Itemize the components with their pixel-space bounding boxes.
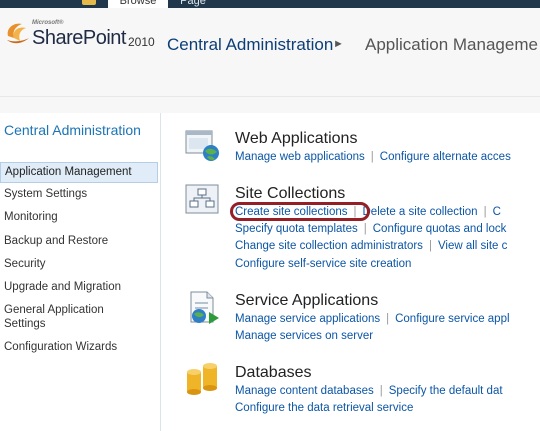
link-manage-web-applications[interactable]: Manage web applications	[235, 151, 365, 163]
service-applications-links-row1: Manage service applications | Configure se…	[235, 313, 510, 325]
nav-item-general-application-settings[interactable]: General Application Settings	[0, 303, 120, 331]
link-manage-service-applications[interactable]: Manage service applications	[235, 313, 380, 325]
logo-microsoft-text: Microsoft®	[32, 20, 64, 26]
nav-heading[interactable]: Central Administration	[4, 123, 154, 138]
page-header	[0, 8, 540, 113]
site-collections-links-row4: Configure self-service site creation	[235, 258, 411, 270]
databases-title[interactable]: Databases	[235, 364, 312, 382]
link-view-all-site-collections[interactable]: View all site c	[438, 240, 507, 252]
web-applications-title[interactable]: Web Applications	[235, 130, 357, 148]
link-delete-site-collection[interactable]: Delete a site collection	[363, 206, 478, 218]
link-change-site-collection-administrators[interactable]: Change site collection administrators	[235, 240, 423, 252]
site-collections-links-row2: Specify quota templates | Configure quotas…	[235, 223, 506, 235]
breadcrumb-current-page: Application Manageme	[365, 35, 538, 54]
logo-version-text: 2010	[128, 35, 155, 49]
nav-item-system-settings[interactable]: System Settings	[0, 187, 158, 201]
link-separator: |	[428, 240, 432, 252]
site-collections-icon	[185, 184, 219, 214]
header-divider	[0, 96, 540, 97]
nav-item-security[interactable]: Security	[0, 257, 158, 271]
nav-item-configuration-wizards[interactable]: Configuration Wizards	[0, 340, 158, 354]
breadcrumb-central-administration[interactable]: Central Administration	[167, 35, 333, 55]
highlight-annotation	[230, 202, 370, 221]
link-manage-content-databases[interactable]: Manage content databases	[235, 385, 374, 397]
databases-links-row2: Configure the data retrieval service	[235, 402, 413, 414]
web-applications-links: Manage web applications | Configure altern…	[235, 151, 511, 163]
link-configure-data-retrieval-service[interactable]: Configure the data retrieval service	[235, 402, 413, 414]
link-specify-default-database-server[interactable]: Specify the default dat	[389, 385, 503, 397]
tab-page[interactable]: Page	[170, 0, 216, 8]
link-specify-quota-templates[interactable]: Specify quota templates	[235, 223, 358, 235]
link-separator: |	[370, 151, 374, 163]
web-applications-icon	[185, 130, 219, 161]
breadcrumb-separator-icon: ►	[333, 38, 344, 50]
databases-links-row1: Manage content databases | Specify the def…	[235, 385, 503, 397]
link-configure-self-service-site-creation[interactable]: Configure self-service site creation	[235, 258, 411, 270]
logo-sharepoint-text: SharePoint	[32, 27, 126, 49]
link-separator: |	[363, 223, 367, 235]
sharepoint-logo-icon	[7, 23, 29, 44]
tab-browse[interactable]: Browse	[108, 0, 168, 8]
nav-item-upgrade-migration[interactable]: Upgrade and Migration	[0, 280, 158, 294]
link-separator: |	[386, 313, 390, 325]
service-applications-icon	[190, 291, 219, 324]
link-configure-quotas-locks[interactable]: Configure quotas and lock	[373, 223, 507, 235]
site-collections-links-row3: Change site collection administrators | Vi…	[235, 240, 507, 252]
service-applications-title[interactable]: Service Applications	[235, 292, 378, 310]
left-navigation: Central Administration Application Manag…	[0, 113, 161, 431]
databases-icon	[187, 363, 217, 395]
ribbon-bar	[0, 0, 540, 8]
site-collections-title[interactable]: Site Collections	[235, 185, 345, 203]
service-applications-links-row2: Manage services on server	[235, 330, 373, 342]
nav-item-backup-restore[interactable]: Backup and Restore	[0, 234, 158, 248]
link-configure-alternate-access[interactable]: Configure alternate acces	[380, 151, 511, 163]
link-manage-services-on-server[interactable]: Manage services on server	[235, 330, 373, 342]
link-separator: |	[379, 385, 383, 397]
folder-icon[interactable]	[82, 0, 96, 5]
nav-item-application-management[interactable]: Application Management	[0, 162, 158, 183]
link-separator: |	[483, 206, 487, 218]
link-truncated[interactable]: C	[493, 206, 501, 218]
nav-item-monitoring[interactable]: Monitoring	[0, 210, 158, 224]
link-configure-service-application[interactable]: Configure service appl	[395, 313, 509, 325]
